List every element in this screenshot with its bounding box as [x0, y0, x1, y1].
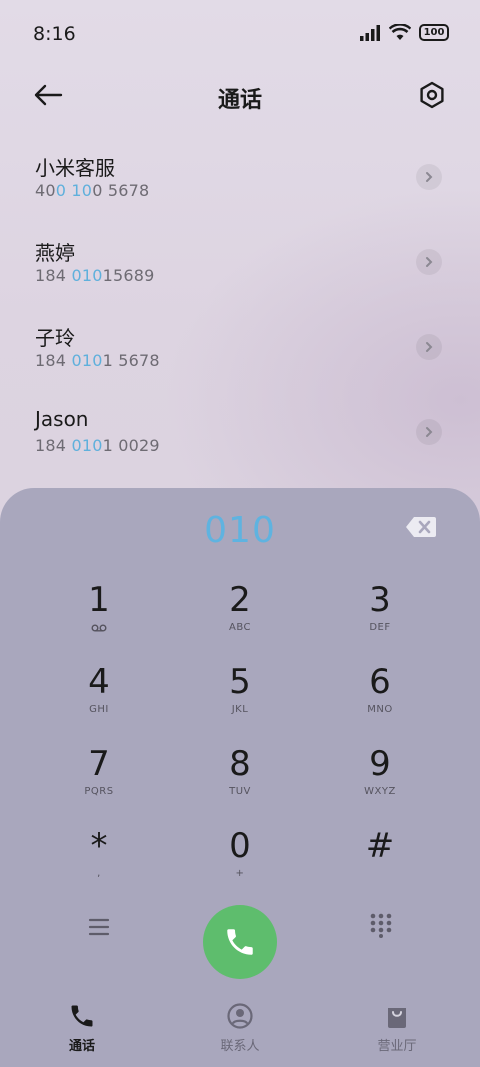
contact-name: 子玲	[35, 326, 75, 350]
settings-hexagon-icon	[420, 81, 444, 109]
key-hash[interactable]: #	[320, 826, 440, 904]
number-part: 184	[35, 266, 72, 285]
key-digit: #	[365, 826, 395, 866]
number-part: 184	[35, 351, 72, 370]
number-part: 40	[35, 181, 56, 200]
wifi-icon	[389, 24, 411, 40]
contact-name: 小米客服	[35, 156, 115, 180]
key-5[interactable]: 5 JKL	[180, 662, 300, 740]
signal-icon	[360, 24, 380, 41]
key-digit: 0	[229, 826, 251, 866]
nav-label: 通话	[68, 1039, 95, 1054]
contact-item[interactable]: Jason 184 0101 0029	[0, 395, 480, 480]
key-letters: GHI	[89, 704, 109, 715]
contact-number: 184 01015689	[35, 266, 154, 285]
status-time: 8:16	[33, 23, 76, 45]
contact-detail-button[interactable]	[416, 419, 442, 445]
dialpad-icon	[370, 913, 392, 938]
key-letters: ABC	[228, 622, 251, 633]
key-digit: *	[90, 826, 108, 866]
contact-item[interactable]: 子玲 184 0101 5678	[0, 310, 480, 395]
status-bar: 8:16 100	[0, 0, 480, 68]
settings-button[interactable]	[416, 79, 448, 111]
contact-number: 400 100 5678	[35, 181, 149, 200]
phone-icon	[71, 1005, 93, 1027]
contact-name: 燕婷	[35, 241, 75, 265]
contact-number: 184 0101 5678	[35, 351, 160, 370]
nav-item-calls[interactable]: 通话	[22, 1002, 142, 1054]
battery-level: 100	[423, 27, 445, 38]
chevron-right-icon	[426, 172, 433, 182]
key-digit: 8	[229, 744, 251, 784]
number-part: 1 0029	[102, 436, 160, 455]
contact-item[interactable]: 燕婷 184 01015689	[0, 225, 480, 310]
contact-detail-button[interactable]	[416, 164, 442, 190]
shopping-bag-icon	[388, 1008, 406, 1028]
number-part: 0 5678	[92, 181, 150, 200]
key-7[interactable]: 7 PQRS	[39, 744, 159, 822]
number-part: 184	[35, 436, 72, 455]
key-digit: 7	[88, 744, 110, 784]
chevron-right-icon	[426, 257, 433, 267]
chevron-right-icon	[426, 342, 433, 352]
key-digit: 1	[88, 580, 110, 620]
page-title: 通话	[217, 88, 262, 113]
number-match: 010	[71, 351, 103, 370]
key-digit: 2	[229, 580, 251, 620]
key-letters: MNO	[367, 704, 393, 715]
contact-detail-button[interactable]	[416, 334, 442, 360]
key-6[interactable]: 6 MNO	[320, 662, 440, 740]
key-digit: 5	[229, 662, 251, 702]
key-letters: PQRS	[84, 786, 114, 797]
key-letters: WXYZ	[364, 786, 396, 797]
voicemail-icon	[91, 624, 107, 632]
nav-label: 营业厅	[377, 1039, 417, 1054]
menu-button[interactable]	[86, 916, 112, 938]
contact-number: 184 0101 0029	[35, 436, 160, 455]
nav-item-store[interactable]: 营业厅	[337, 1002, 457, 1054]
key-4[interactable]: 4 GHI	[39, 662, 159, 740]
number-part: 15689	[102, 266, 155, 285]
key-letters: JKL	[231, 704, 249, 715]
battery-icon: 100	[419, 24, 449, 41]
number-match: 0 10	[55, 181, 93, 200]
key-8[interactable]: 8 TUV	[180, 744, 300, 822]
key-digit: 4	[88, 662, 110, 702]
key-digit: 9	[369, 744, 391, 784]
key-digit: 3	[369, 580, 391, 620]
number-match: 010	[71, 266, 103, 285]
keypad-toggle-button[interactable]	[369, 912, 393, 938]
key-letters: +	[235, 868, 245, 879]
number-part: 1 5678	[102, 351, 160, 370]
backspace-button[interactable]	[405, 516, 437, 538]
key-0[interactable]: 0 +	[180, 826, 300, 904]
contact-item[interactable]: 小米客服 400 100 5678	[0, 140, 480, 225]
contact-list: 小米客服 400 100 5678 燕婷 184 01015689 子玲 184…	[0, 140, 480, 480]
backspace-icon	[406, 517, 436, 537]
status-icons: 100	[359, 24, 449, 41]
chevron-right-icon	[426, 427, 433, 437]
key-1[interactable]: 1	[39, 580, 159, 658]
key-digit: 6	[369, 662, 391, 702]
header: 通话	[0, 68, 480, 122]
nav-item-contacts[interactable]: 联系人	[180, 1002, 300, 1054]
call-button[interactable]	[203, 905, 277, 979]
key-letters: ,	[97, 868, 101, 879]
key-2[interactable]: 2 ABC	[180, 580, 300, 658]
key-3[interactable]: 3 DEF	[320, 580, 440, 658]
bottom-nav: 通话 联系人 营业厅	[0, 998, 480, 1067]
key-letters: DEF	[369, 622, 391, 633]
key-star[interactable]: * ,	[39, 826, 159, 904]
key-letters: TUV	[229, 786, 251, 797]
contact-person-icon	[227, 1003, 253, 1029]
key-9[interactable]: 9 WXYZ	[320, 744, 440, 822]
dialer-panel: 010 1 2 ABC 3 DEF 4 GHI 5 JKL 6 MNO 7 PQ…	[0, 488, 480, 1067]
contact-detail-button[interactable]	[416, 249, 442, 275]
number-match: 010	[71, 436, 103, 455]
nav-label: 联系人	[220, 1039, 260, 1054]
contact-name: Jason	[35, 407, 89, 431]
phone-icon	[227, 929, 253, 955]
menu-icon	[88, 918, 110, 936]
